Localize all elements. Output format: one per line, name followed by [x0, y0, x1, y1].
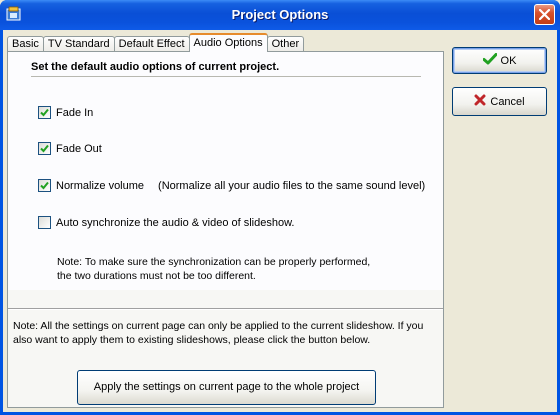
normalize-volume-label: Normalize volume	[56, 179, 145, 192]
tab-tv-standard[interactable]: TV Standard	[42, 36, 115, 52]
normalize-volume-option[interactable]: Normalize volume (Normalize all your aud…	[38, 179, 425, 192]
fade-out-checkbox[interactable]	[38, 142, 51, 155]
normalize-volume-hint: (Normalize all your audio files to the s…	[158, 179, 426, 192]
checkmark-icon	[482, 53, 498, 68]
fade-in-label: Fade In	[56, 106, 94, 119]
project-options-window: Project Options Basic TV Standard Defaul…	[0, 0, 560, 415]
checkmark-icon	[40, 108, 49, 117]
ok-button[interactable]: OK	[452, 47, 547, 74]
close-button[interactable]	[534, 4, 555, 25]
tab-other[interactable]: Other	[266, 36, 305, 52]
tab-basic[interactable]: Basic	[7, 36, 44, 52]
dialog-client-area: Basic TV Standard Default Effect Audio O…	[3, 30, 557, 412]
cancel-label: Cancel	[490, 95, 525, 108]
cancel-button[interactable]: Cancel	[452, 87, 547, 116]
checkmark-icon	[40, 144, 49, 153]
normalize-volume-checkbox[interactable]	[38, 179, 51, 192]
auto-sync-option[interactable]: Auto synchronize the audio & video of sl…	[38, 216, 294, 229]
title-bar[interactable]: Project Options	[0, 0, 560, 30]
panel-divider-highlight	[8, 309, 443, 310]
sync-note: Note: To make sure the synchronization c…	[57, 256, 371, 282]
auto-sync-checkbox[interactable]	[38, 216, 51, 229]
x-icon	[474, 94, 486, 109]
fade-out-option[interactable]: Fade Out	[38, 142, 102, 155]
heading-divider	[31, 76, 421, 77]
fade-out-label: Fade Out	[56, 142, 102, 155]
apply-to-project-button[interactable]: Apply the settings on current page to th…	[77, 370, 376, 405]
checkmark-icon	[40, 181, 49, 190]
fade-in-checkbox[interactable]	[38, 106, 51, 119]
auto-sync-label: Auto synchronize the audio & video of sl…	[56, 216, 295, 229]
window-title: Project Options	[231, 7, 329, 22]
ok-label: OK	[500, 54, 517, 67]
tab-default-effect[interactable]: Default Effect	[113, 36, 190, 52]
audio-options-panel: Set the default audio options of current…	[7, 51, 444, 408]
fade-in-option[interactable]: Fade In	[38, 106, 93, 119]
close-icon	[539, 9, 550, 20]
apply-note: Note: All the settings on current page c…	[13, 320, 424, 346]
tab-audio-options[interactable]: Audio Options	[188, 33, 268, 52]
section-heading: Set the default audio options of current…	[31, 61, 280, 73]
tab-strip: Basic TV Standard Default Effect Audio O…	[7, 32, 305, 52]
